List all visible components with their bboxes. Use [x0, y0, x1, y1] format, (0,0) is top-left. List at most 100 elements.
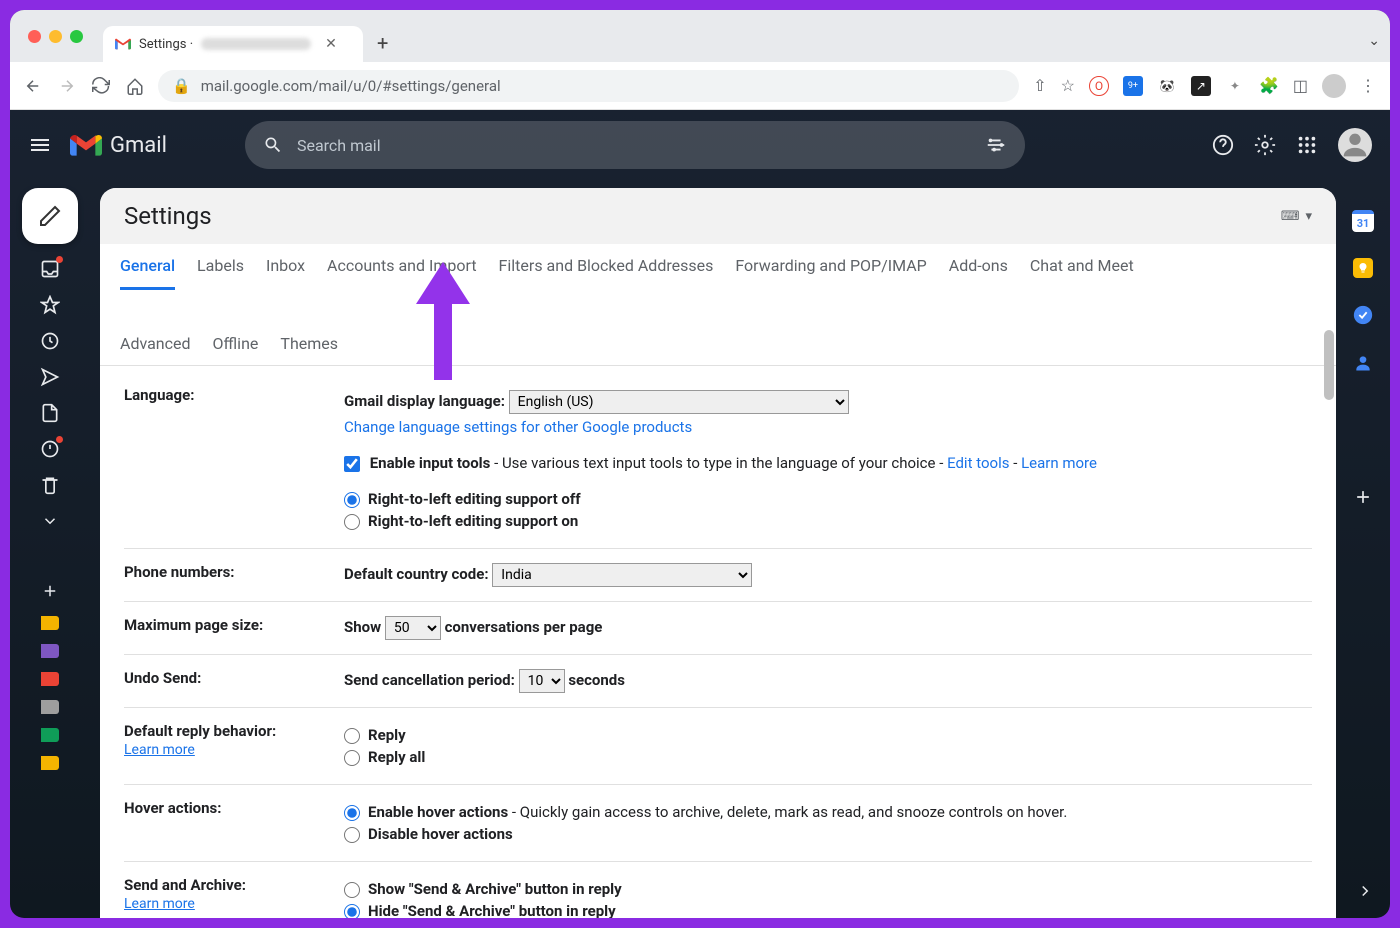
calendar-icon[interactable]: 31: [1352, 210, 1374, 232]
label-icon[interactable]: [41, 644, 59, 658]
inbox-icon[interactable]: [39, 258, 61, 280]
chevron-down-icon[interactable]: ⌄: [1368, 33, 1380, 49]
help-icon[interactable]: [1212, 134, 1234, 156]
enable-input-tools-checkbox[interactable]: [344, 456, 360, 472]
gmail-logo[interactable]: Gmail: [70, 133, 167, 158]
label-icon[interactable]: [41, 700, 59, 714]
trash-icon[interactable]: [39, 474, 61, 496]
address-bar[interactable]: 🔒 mail.google.com/mail/u/0/#settings/gen…: [158, 70, 1019, 102]
disable-hover-radio[interactable]: [344, 827, 360, 843]
browser-tab-strip: Settings · ✕ + ⌄: [10, 10, 1390, 62]
close-tab-icon[interactable]: ✕: [325, 36, 337, 52]
important-icon[interactable]: [39, 438, 61, 460]
extension-icon[interactable]: ✦: [1225, 76, 1245, 96]
setting-undo: Undo Send: Send cancellation period: 10 …: [124, 655, 1312, 708]
tab-accounts-import[interactable]: Accounts and Import: [327, 256, 477, 290]
contacts-icon[interactable]: [1352, 352, 1374, 374]
rtl-on-radio[interactable]: [344, 514, 360, 530]
left-navigation-rail: [10, 180, 90, 918]
tab-addons[interactable]: Add-ons: [949, 256, 1008, 290]
collapse-sidepanel-icon[interactable]: [1356, 882, 1374, 904]
tab-themes[interactable]: Themes: [280, 334, 338, 365]
extension-icon[interactable]: 🐼: [1157, 76, 1177, 96]
reply-radio[interactable]: [344, 728, 360, 744]
expand-icon[interactable]: [39, 510, 61, 532]
tab-chat-meet[interactable]: Chat and Meet: [1030, 256, 1134, 290]
search-box[interactable]: [245, 121, 1025, 169]
browser-tab[interactable]: Settings · ✕: [103, 26, 363, 62]
tab-inbox[interactable]: Inbox: [266, 256, 305, 290]
settings-title: Settings: [124, 202, 212, 230]
label-icon[interactable]: [41, 728, 59, 742]
reload-button[interactable]: [92, 77, 110, 95]
apps-grid-icon[interactable]: [1296, 134, 1318, 156]
minimize-window-button[interactable]: [49, 30, 62, 43]
add-sidepanel-icon[interactable]: [1352, 486, 1374, 508]
tasks-icon[interactable]: [1352, 304, 1374, 326]
edit-tools-link[interactable]: Edit tools: [947, 454, 1009, 472]
tab-offline[interactable]: Offline: [213, 334, 259, 365]
seconds-label: seconds: [568, 671, 625, 689]
learn-more-link[interactable]: Learn more: [1021, 454, 1097, 472]
learn-more-link[interactable]: Learn more: [124, 896, 344, 912]
settings-panel: Settings ⌨ ▾ General Labels Inbox Accoun…: [100, 188, 1336, 918]
hide-archive-label: Hide "Send & Archive" button in reply: [368, 902, 616, 918]
setting-label: Send and Archive:Learn more: [124, 876, 344, 918]
close-window-button[interactable]: [28, 30, 41, 43]
extension-icon[interactable]: O: [1089, 76, 1109, 96]
hide-archive-radio[interactable]: [344, 904, 360, 918]
sent-icon[interactable]: [39, 366, 61, 388]
home-button[interactable]: [126, 77, 144, 95]
account-avatar[interactable]: [1338, 128, 1372, 162]
tab-general[interactable]: General: [120, 256, 175, 290]
bookmark-star-icon[interactable]: ☆: [1061, 76, 1075, 95]
extension-icon[interactable]: ↗: [1191, 76, 1211, 96]
main-menu-button[interactable]: [28, 133, 52, 157]
keep-icon[interactable]: [1353, 258, 1373, 278]
starred-icon[interactable]: [39, 294, 61, 316]
pagesize-select[interactable]: 50: [385, 616, 441, 640]
setting-phone: Phone numbers: Default country code: Ind…: [124, 549, 1312, 602]
reply-all-radio[interactable]: [344, 750, 360, 766]
back-button[interactable]: [24, 77, 42, 95]
search-options-icon[interactable]: [985, 134, 1007, 156]
drafts-icon[interactable]: [39, 402, 61, 424]
scrollbar-thumb[interactable]: [1324, 330, 1334, 400]
new-tab-button[interactable]: +: [377, 31, 388, 55]
forward-button[interactable]: [58, 77, 76, 95]
display-language-select[interactable]: English (US): [509, 390, 849, 414]
input-method-indicator[interactable]: ⌨ ▾: [1281, 209, 1312, 224]
rtl-on-label: Right-to-left editing support on: [368, 512, 578, 530]
sidepanel-icon[interactable]: ◫: [1293, 76, 1308, 95]
label-icon[interactable]: [41, 756, 59, 770]
tab-filters[interactable]: Filters and Blocked Addresses: [499, 256, 714, 290]
enable-hover-radio[interactable]: [344, 805, 360, 821]
input-tools-label: Enable input tools: [370, 454, 491, 472]
setting-reply: Default reply behavior:Learn more Reply …: [124, 708, 1312, 785]
search-icon: [263, 135, 283, 155]
enable-hover-desc: - Quickly gain access to archive, delete…: [508, 803, 1067, 821]
extension-icon[interactable]: 9+: [1123, 76, 1143, 96]
maximize-window-button[interactable]: [70, 30, 83, 43]
tab-advanced[interactable]: Advanced: [120, 334, 191, 365]
show-archive-radio[interactable]: [344, 882, 360, 898]
profile-avatar[interactable]: [1322, 74, 1346, 98]
kebab-menu-icon[interactable]: ⋮: [1360, 76, 1376, 95]
show-label: Show: [344, 618, 381, 636]
label-icon[interactable]: [41, 672, 59, 686]
learn-more-link[interactable]: Learn more: [124, 742, 344, 758]
rtl-off-radio[interactable]: [344, 492, 360, 508]
tab-labels[interactable]: Labels: [197, 256, 244, 290]
tab-forwarding[interactable]: Forwarding and POP/IMAP: [735, 256, 926, 290]
share-icon[interactable]: ⇧: [1033, 76, 1046, 95]
label-icon[interactable]: [41, 616, 59, 630]
extensions-icon[interactable]: 🧩: [1259, 76, 1279, 95]
cancellation-select[interactable]: 10: [519, 669, 565, 693]
add-label-icon[interactable]: [39, 580, 61, 602]
settings-gear-icon[interactable]: [1254, 134, 1276, 156]
search-input[interactable]: [297, 136, 971, 155]
change-language-link[interactable]: Change language settings for other Googl…: [344, 418, 692, 436]
snoozed-icon[interactable]: [39, 330, 61, 352]
country-code-select[interactable]: India: [492, 563, 752, 587]
compose-button[interactable]: [22, 188, 78, 244]
